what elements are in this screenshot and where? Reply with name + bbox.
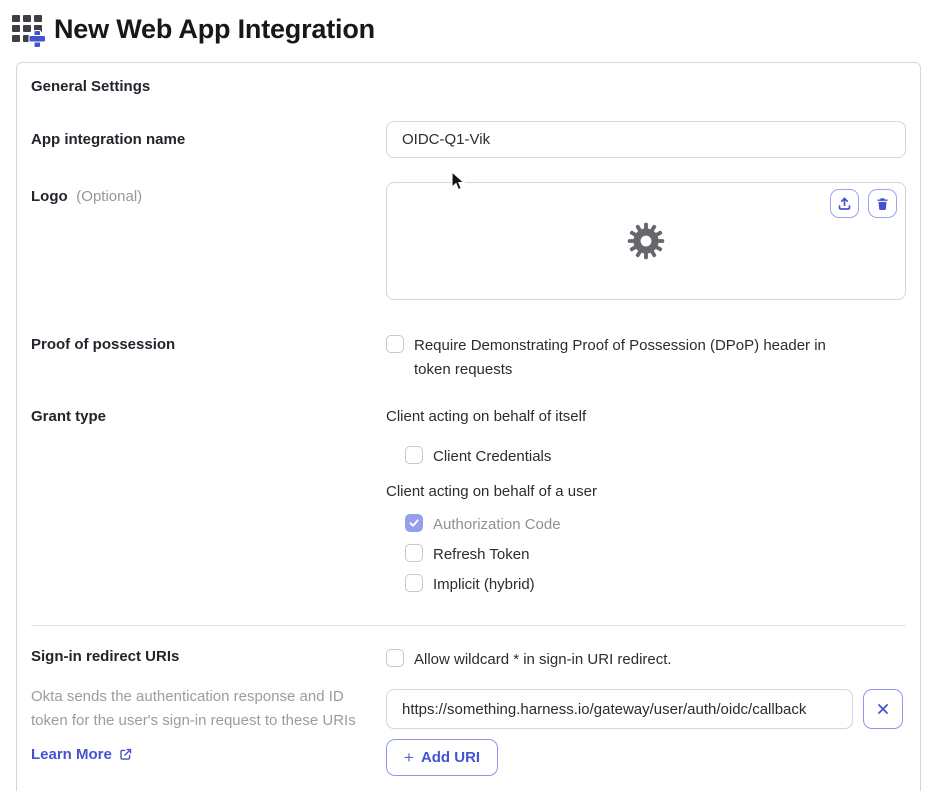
dpop-checkbox-label: Require Demonstrating Proof of Possessio… xyxy=(414,337,826,378)
wildcard-checkbox-label: Allow wildcard * in sign-in URI redirect… xyxy=(414,651,672,668)
refresh-token-label: Refresh Token xyxy=(433,546,530,563)
grant-user-heading: Client acting on behalf of a user xyxy=(386,483,597,500)
client-credentials-checkbox[interactable] xyxy=(405,446,423,464)
authorization-code-checkbox[interactable] xyxy=(405,514,423,532)
logo-label: Logo xyxy=(31,188,68,205)
logo-row: Logo (Optional) xyxy=(17,182,920,300)
grid-plus-icon xyxy=(9,11,46,48)
gear-icon xyxy=(625,220,667,262)
app-integration-name-input[interactable] xyxy=(386,121,906,158)
wildcard-checkbox[interactable] xyxy=(386,649,404,667)
general-settings-card: General Settings App integration name Lo… xyxy=(16,62,921,791)
grant-type-row: Grant type Client acting on behalf of it… xyxy=(17,408,920,597)
authorization-code-label: Authorization Code xyxy=(433,516,561,533)
logo-dropzone[interactable] xyxy=(386,182,906,300)
implicit-hybrid-checkbox[interactable] xyxy=(405,574,423,592)
redirect-uri-input[interactable] xyxy=(386,689,853,729)
dpop-checkbox[interactable] xyxy=(386,335,404,353)
proof-of-possession-row: Proof of possession Require Demonstratin… xyxy=(17,334,920,382)
add-uri-label: Add URI xyxy=(420,749,481,766)
learn-more-link[interactable]: Learn More xyxy=(31,746,133,763)
signin-redirect-row: Sign-in redirect URIs Okta sends the aut… xyxy=(17,648,920,776)
implicit-hybrid-label: Implicit (hybrid) xyxy=(433,576,535,593)
trash-icon xyxy=(875,196,890,212)
client-credentials-label: Client Credentials xyxy=(433,448,552,465)
proof-label: Proof of possession xyxy=(31,336,176,353)
upload-icon xyxy=(836,195,853,212)
redirect-help-text: Okta sends the authentication response a… xyxy=(31,688,356,729)
app-name-row: App integration name xyxy=(17,121,920,158)
external-link-icon xyxy=(118,747,133,762)
page-title: New Web App Integration xyxy=(54,13,375,44)
plus-icon: + xyxy=(404,748,414,767)
grant-type-label: Grant type xyxy=(31,408,107,425)
learn-more-label: Learn More xyxy=(31,746,112,763)
upload-logo-button[interactable] xyxy=(830,189,859,218)
logo-optional-text: (Optional) xyxy=(76,188,143,205)
card-heading: General Settings xyxy=(31,78,151,95)
remove-uri-button[interactable] xyxy=(863,689,903,729)
close-icon xyxy=(876,702,890,716)
redirect-uris-label: Sign-in redirect URIs xyxy=(31,648,180,665)
section-divider xyxy=(31,625,906,626)
delete-logo-button[interactable] xyxy=(868,189,897,218)
grant-self-heading: Client acting on behalf of itself xyxy=(386,408,587,425)
refresh-token-checkbox[interactable] xyxy=(405,544,423,562)
app-name-label: App integration name xyxy=(31,131,186,148)
add-uri-button[interactable]: + Add URI xyxy=(386,739,499,776)
check-icon xyxy=(409,519,419,527)
page-header: New Web App Integration xyxy=(0,0,937,48)
